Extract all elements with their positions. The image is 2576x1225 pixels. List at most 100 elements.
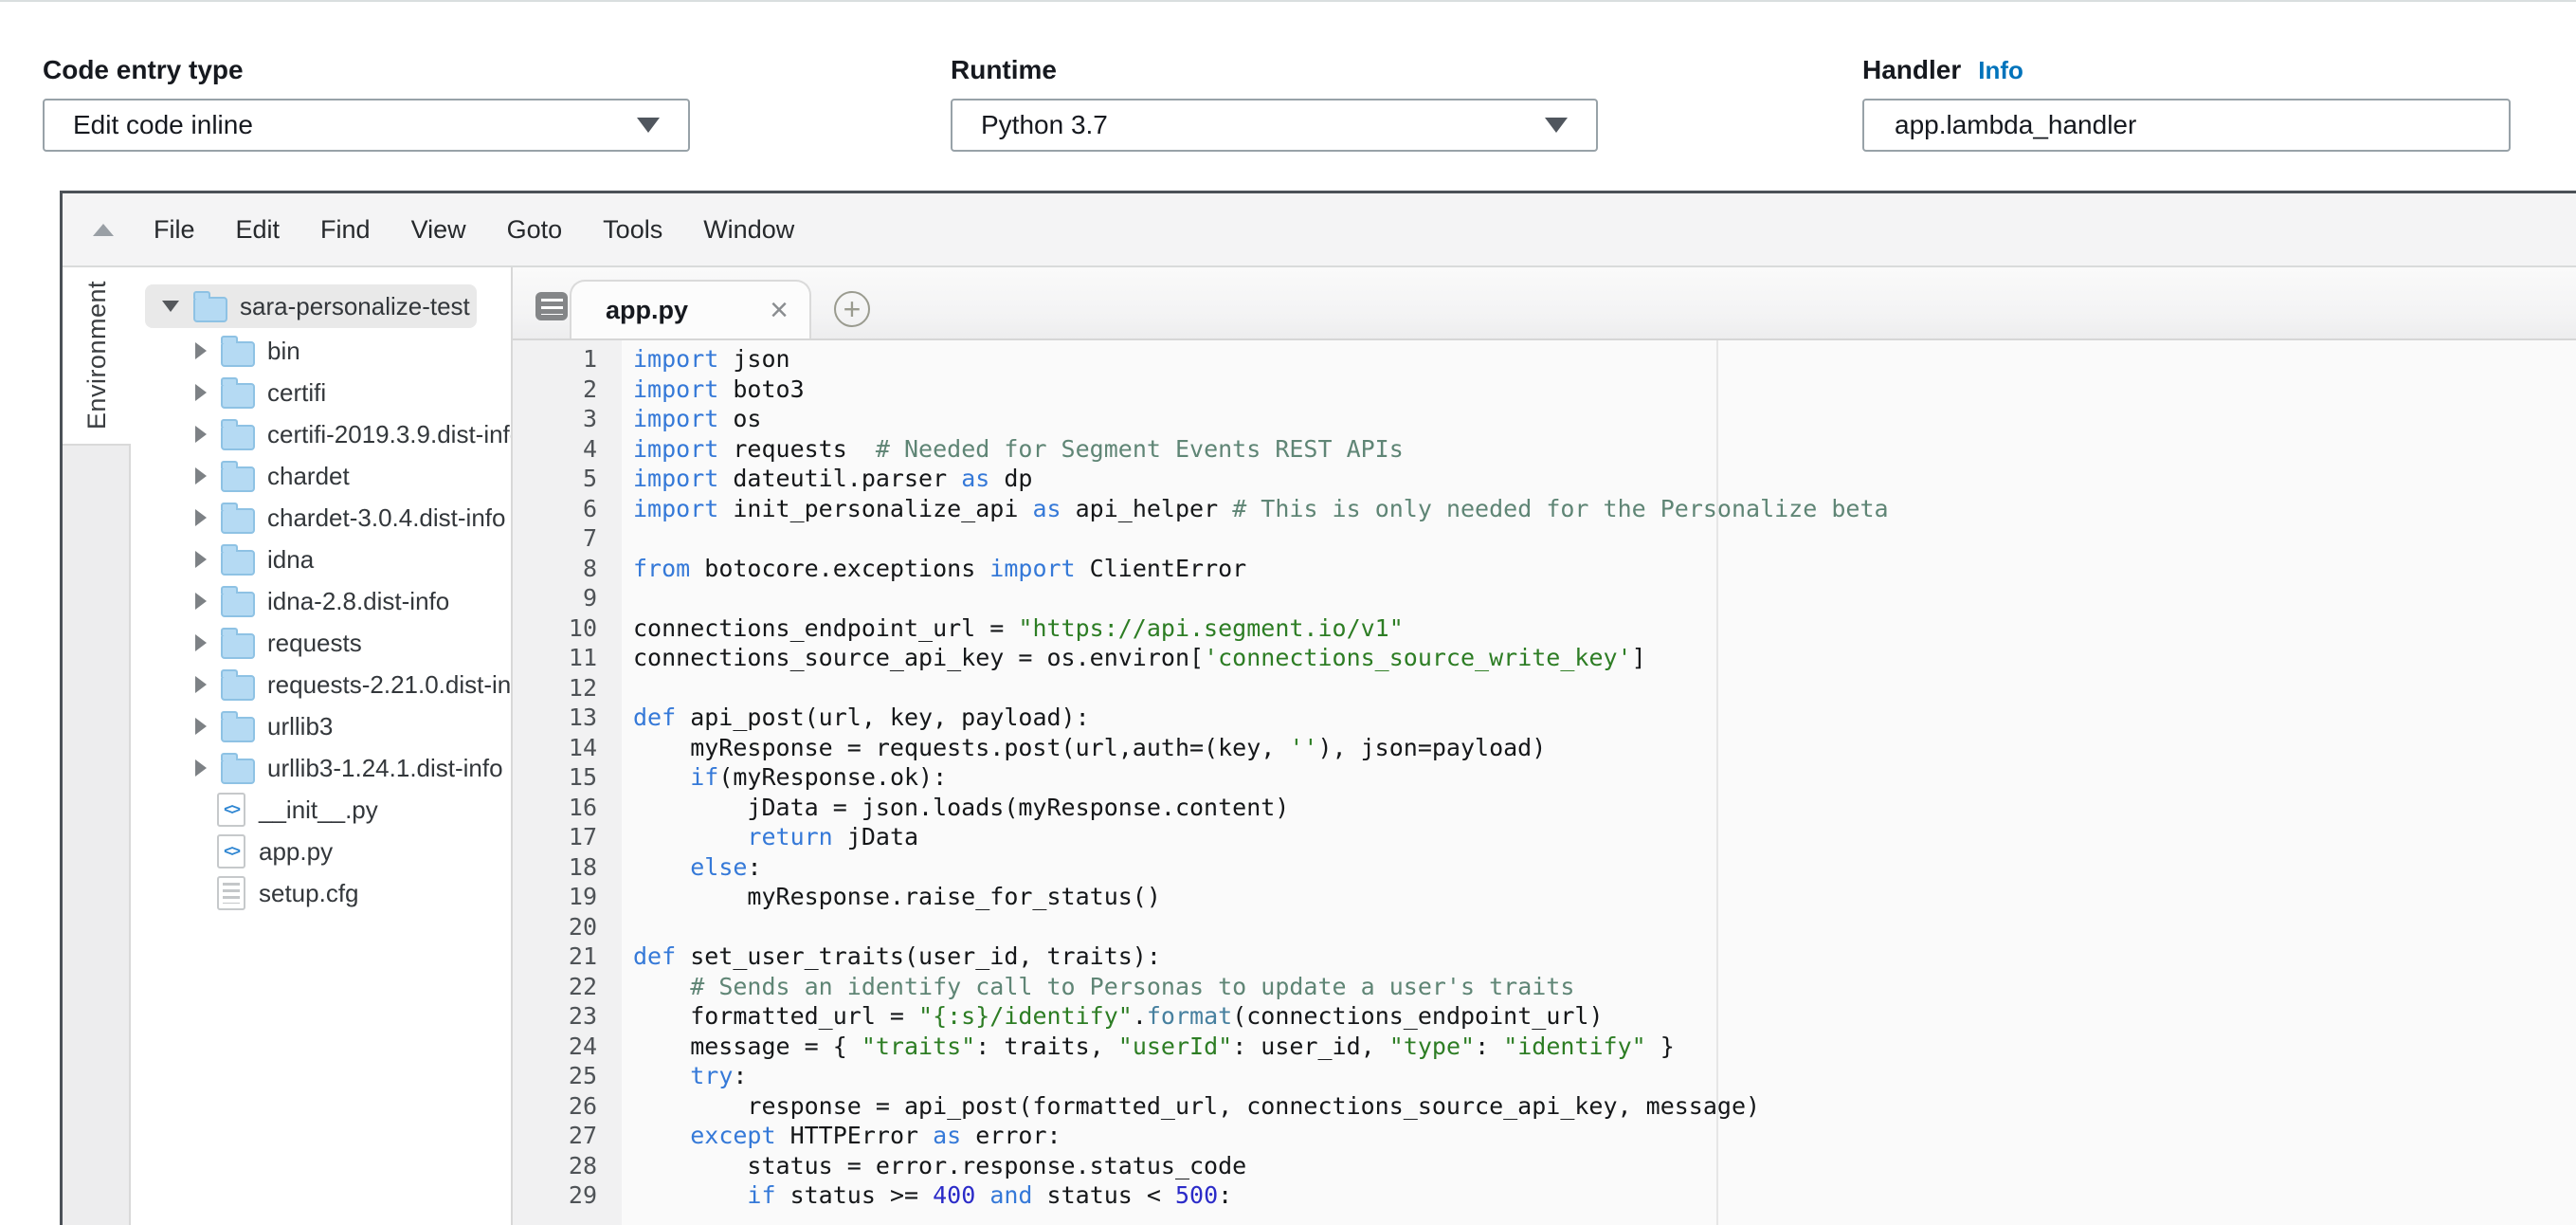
code-line: connections_endpoint_url = "https://api.…	[633, 613, 2576, 644]
tree-item-urllib3-1.24.1.dist-info[interactable]: urllib3-1.24.1.dist-info	[131, 747, 511, 789]
code-line	[633, 912, 2576, 942]
code-editor[interactable]: 1234567891011121314151617181920212223242…	[513, 340, 2576, 1225]
tree-item-label: chardet-3.0.4.dist-info	[267, 503, 505, 533]
expand-arrow-icon[interactable]	[195, 551, 207, 568]
handler-info-link[interactable]: Info	[1978, 54, 2023, 86]
tree-item-sara-personalize-test[interactable]: sara-personalize-test	[145, 284, 477, 328]
tree-item-idna-2.8.dist-info[interactable]: idna-2.8.dist-info	[131, 580, 511, 622]
environment-tab[interactable]: Environment	[63, 267, 131, 444]
tree-item-app.py[interactable]: app.py	[131, 831, 511, 872]
line-number: 7	[513, 523, 597, 554]
tab-title: app.py	[606, 296, 688, 325]
code-line: myResponse = requests.post(url,auth=(key…	[633, 733, 2576, 763]
line-number: 8	[513, 554, 597, 584]
menu-item-file[interactable]: File	[154, 215, 195, 245]
tab-app-py[interactable]: app.py ×	[570, 280, 811, 338]
code-line: import requests # Needed for Segment Eve…	[633, 434, 2576, 465]
line-number: 4	[513, 434, 597, 465]
expand-arrow-icon[interactable]	[195, 509, 207, 526]
code-line: import init_personalize_api as api_helpe…	[633, 494, 2576, 524]
expand-arrow-icon[interactable]	[195, 718, 207, 735]
line-number: 9	[513, 583, 597, 613]
runtime-select[interactable]: Python 3.7	[951, 99, 1598, 152]
menu-item-window[interactable]: Window	[703, 215, 794, 245]
handler-input[interactable]	[1893, 109, 2480, 141]
tree-item-certifi[interactable]: certifi	[131, 372, 511, 413]
expand-arrow-icon[interactable]	[195, 676, 207, 693]
tree-item-certifi-2019.3.9.dist-info[interactable]: certifi-2019.3.9.dist-info	[131, 413, 511, 455]
folder-icon	[221, 550, 255, 576]
folder-icon	[221, 383, 255, 409]
tree-item-label: bin	[267, 337, 300, 366]
code-line	[633, 583, 2576, 613]
runtime-field: Runtime Python 3.7	[951, 54, 1598, 152]
python-file-icon	[217, 793, 245, 827]
file-tree-panel: sara-personalize-test bin certificertifi-2…	[131, 267, 513, 1225]
line-number: 22	[513, 972, 597, 1002]
line-number: 20	[513, 912, 597, 942]
line-number: 23	[513, 1001, 597, 1032]
line-number: 10	[513, 613, 597, 644]
tree-item-setup.cfg[interactable]: setup.cfg	[131, 872, 511, 914]
menu-item-tools[interactable]: Tools	[603, 215, 662, 245]
expand-arrow-icon[interactable]	[195, 467, 207, 485]
tree-item-label: urllib3-1.24.1.dist-info	[267, 754, 503, 783]
tab-list-icon[interactable]	[535, 292, 568, 320]
code-line: def api_post(url, key, payload):	[633, 703, 2576, 733]
menu-items: File Edit Find View Goto Tools Window	[154, 215, 835, 245]
expand-arrow-icon[interactable]	[195, 634, 207, 651]
menu-item-edit[interactable]: Edit	[236, 215, 281, 245]
tree-item-label: setup.cfg	[259, 879, 359, 908]
expand-arrow-icon[interactable]	[195, 759, 207, 777]
collapse-arrow-icon[interactable]	[162, 301, 179, 312]
tree-item-requests[interactable]: requests	[131, 622, 511, 664]
line-number: 16	[513, 793, 597, 823]
expand-arrow-icon[interactable]	[195, 593, 207, 610]
runtime-label-text: Runtime	[951, 54, 1057, 86]
line-number: 15	[513, 762, 597, 793]
chevron-down-icon	[1545, 118, 1568, 133]
code-editor-window: File Edit Find View Goto Tools Window Environm…	[60, 191, 2576, 1225]
expand-arrow-icon[interactable]	[195, 342, 207, 359]
code-line: from botocore.exceptions import ClientEr…	[633, 554, 2576, 584]
menu-item-view[interactable]: View	[411, 215, 466, 245]
folder-icon	[221, 717, 255, 742]
close-tab-icon[interactable]: ×	[770, 296, 789, 324]
tree-item-__init__.py[interactable]: __init__.py	[131, 789, 511, 831]
menu-item-find[interactable]: Find	[320, 215, 371, 245]
folder-icon	[221, 633, 255, 659]
tree-item-label: idna	[267, 545, 314, 575]
tree-item-requests-2.21.0.dist-info[interactable]: requests-2.21.0.dist-info	[131, 664, 511, 705]
code-line: jData = json.loads(myResponse.content)	[633, 793, 2576, 823]
code-content[interactable]: import jsonimport boto3import osimport r…	[622, 340, 2576, 1225]
environment-tab-label: Environment	[82, 281, 112, 430]
left-dock-strip-empty	[63, 444, 131, 1225]
menu-item-goto[interactable]: Goto	[507, 215, 563, 245]
left-dock-strip: Environment	[63, 267, 131, 1225]
line-number: 29	[513, 1180, 597, 1211]
tree-item-idna[interactable]: idna	[131, 539, 511, 580]
tree-item-chardet[interactable]: chardet	[131, 455, 511, 497]
tree-item-bin[interactable]: bin	[131, 330, 511, 372]
tree-item-chardet-3.0.4.dist-info[interactable]: chardet-3.0.4.dist-info	[131, 497, 511, 539]
collapse-menu-icon[interactable]	[93, 224, 114, 236]
code-entry-type-select[interactable]: Edit code inline	[43, 99, 690, 152]
ide-main: Environment sara-personalize-test bin cert…	[63, 267, 2576, 1225]
code-entry-type-label: Code entry type	[43, 54, 690, 86]
ide-menubar: File Edit Find View Goto Tools Window	[63, 193, 2576, 267]
folder-icon	[221, 341, 255, 367]
expand-arrow-icon[interactable]	[195, 384, 207, 401]
code-line: import json	[633, 344, 2576, 375]
runtime-label: Runtime	[951, 54, 1598, 86]
add-tab-icon[interactable]: +	[834, 291, 870, 327]
code-line: import os	[633, 404, 2576, 434]
expand-arrow-icon[interactable]	[195, 426, 207, 443]
line-number: 18	[513, 852, 597, 883]
tree-item-label: idna-2.8.dist-info	[267, 587, 449, 616]
tree-item-urllib3[interactable]: urllib3	[131, 705, 511, 747]
code-line: try:	[633, 1061, 2576, 1091]
line-number: 12	[513, 673, 597, 704]
tree-item-label: __init__.py	[259, 795, 378, 825]
line-number: 14	[513, 733, 597, 763]
code-line: myResponse.raise_for_status()	[633, 882, 2576, 912]
